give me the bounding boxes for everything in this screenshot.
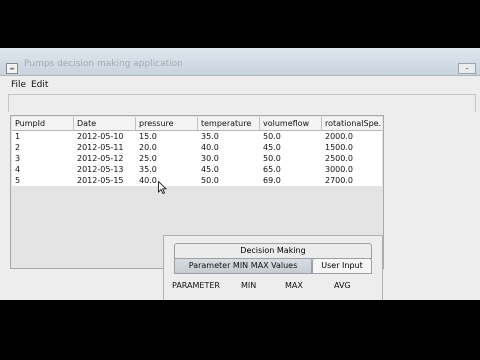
cell-pressure: 20.0 [139, 143, 157, 152]
table-row[interactable]: 1 2012-05-10 15.0 35.0 50.0 2000.0 [12, 131, 382, 142]
table-row[interactable]: 3 2012-05-12 25.0 30.0 50.0 2500.0 [12, 153, 382, 164]
column-header-temperature[interactable]: temperature [198, 117, 260, 130]
tab-parameter-min-max[interactable]: Parameter MIN MAX Values [174, 258, 312, 274]
tab-decision-making[interactable]: Decision Making [174, 243, 372, 259]
table-row[interactable]: 2 2012-05-11 20.0 40.0 45.0 1500.0 [12, 142, 382, 153]
table-row[interactable]: 5 2012-05-15 40.0 50.0 69.0 2700.0 [12, 175, 382, 186]
column-header-pressure[interactable]: pressure [136, 117, 198, 130]
cell-temperature: 45.0 [201, 165, 219, 174]
cell-date: 2012-05-10 [77, 132, 124, 141]
table-body: 1 2012-05-10 15.0 35.0 50.0 2000.0 2 201… [12, 131, 382, 186]
cell-temperature: 35.0 [201, 132, 219, 141]
java-app-icon: ☕ [6, 63, 18, 74]
cell-volumeflow: 69.0 [263, 176, 281, 185]
avg-label: AVG [334, 281, 351, 290]
column-header-volumeflow[interactable]: volumeflow [260, 117, 322, 130]
cell-temperature: 50.0 [201, 176, 219, 185]
max-label: MAX [285, 281, 303, 290]
cell-pressure: 15.0 [139, 132, 157, 141]
window-title: Pumps decision making application [24, 59, 183, 69]
toolbar-area [8, 94, 476, 112]
cell-volumeflow: 50.0 [263, 132, 281, 141]
cell-date: 2012-05-13 [77, 165, 124, 174]
cell-pumpid: 2 [15, 143, 21, 152]
column-header-date[interactable]: Date [74, 117, 136, 130]
cell-pressure: 35.0 [139, 165, 157, 174]
title-bar[interactable]: ☕ Pumps decision making application – [0, 48, 480, 76]
menu-bar: File Edit [0, 78, 480, 93]
cell-volumeflow: 65.0 [263, 165, 281, 174]
cell-volumeflow: 50.0 [263, 154, 281, 163]
menu-edit[interactable]: Edit [31, 80, 48, 90]
cell-pumpid: 1 [15, 132, 21, 141]
cell-rotationalspeed: 1500.0 [325, 143, 353, 152]
cell-pumpid: 5 [15, 176, 21, 185]
mouse-cursor-icon [158, 181, 167, 194]
cell-pressure: 25.0 [139, 154, 157, 163]
parameter-label: PARAMETER [172, 281, 220, 290]
cell-volumeflow: 45.0 [263, 143, 281, 152]
tabbed-pane: Decision Making Parameter MIN MAX Values… [163, 235, 383, 300]
tab-user-input[interactable]: User Input [312, 258, 372, 274]
cell-pumpid: 4 [15, 165, 21, 174]
cell-date: 2012-05-11 [77, 143, 124, 152]
cell-rotationalspeed: 2000.0 [325, 132, 353, 141]
cell-temperature: 30.0 [201, 154, 219, 163]
cell-temperature: 40.0 [201, 143, 219, 152]
cell-rotationalspeed: 3000.0 [325, 165, 353, 174]
column-header-rotationalspeed[interactable]: rotationalSpe... [322, 117, 382, 130]
table-header: PumpId Date pressure temperature volumef… [12, 117, 382, 131]
cell-date: 2012-05-12 [77, 154, 124, 163]
cell-pressure: 40.0 [139, 176, 157, 185]
cell-date: 2012-05-15 [77, 176, 124, 185]
menu-file[interactable]: File [11, 80, 26, 90]
min-label: MIN [241, 281, 257, 290]
cell-rotationalspeed: 2500.0 [325, 154, 353, 163]
minimize-icon[interactable]: – [458, 63, 476, 74]
cell-pumpid: 3 [15, 154, 21, 163]
column-header-pumpid[interactable]: PumpId [12, 117, 74, 130]
table-row[interactable]: 4 2012-05-13 35.0 45.0 65.0 3000.0 [12, 164, 382, 175]
cell-rotationalspeed: 2700.0 [325, 176, 353, 185]
application-window: ☕ Pumps decision making application – Fi… [0, 48, 480, 300]
